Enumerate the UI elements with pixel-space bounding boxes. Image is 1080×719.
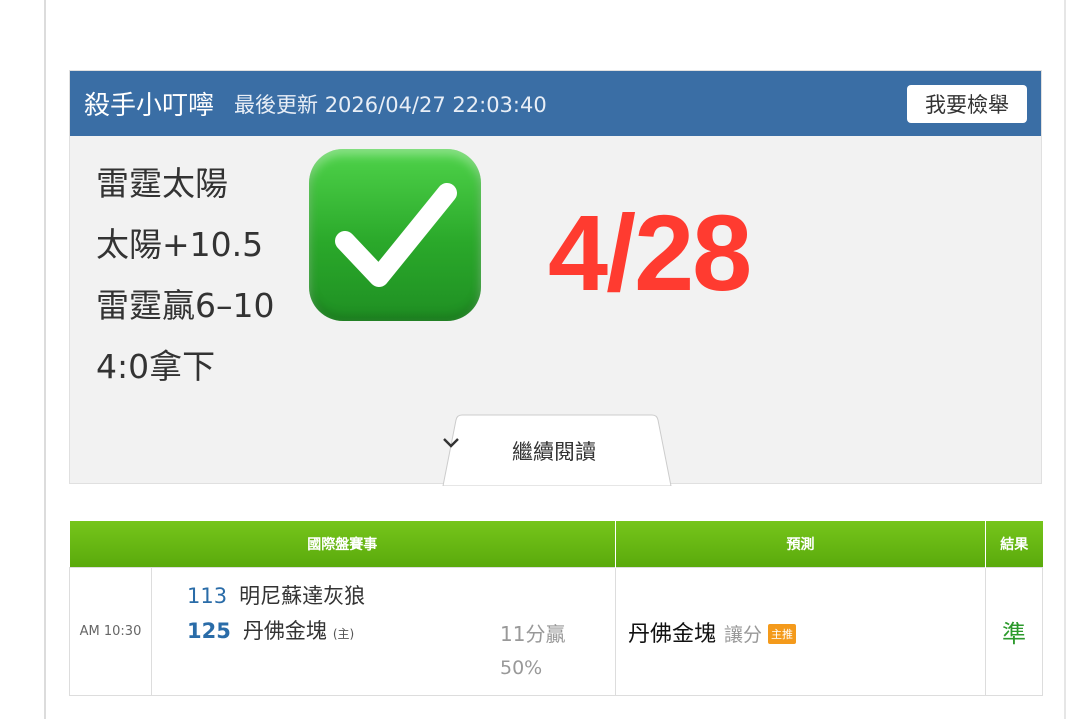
games-table: 國際盤賽事 預測 結果 AM 10:30 113 明尼蘇達灰狼 125 丹佛金塊 (主… bbox=[69, 521, 1043, 696]
post-date-text: 4/28 bbox=[548, 192, 752, 313]
margin-text: 11分贏 bbox=[500, 622, 566, 646]
home-team-name[interactable]: 丹佛金塊 bbox=[243, 619, 327, 643]
content-line: 4:0拿下 bbox=[96, 347, 216, 386]
home-team-line: 125 丹佛金塊 (主) bbox=[187, 615, 354, 645]
page-border-left bbox=[44, 0, 46, 719]
header-event: 國際盤賽事 bbox=[69, 521, 616, 568]
home-team-number: 125 bbox=[187, 619, 231, 643]
white-heavy-check-mark-icon bbox=[309, 149, 481, 321]
pick-type: 讓分 bbox=[724, 623, 763, 646]
header-result: 結果 bbox=[985, 521, 1043, 568]
matchup-cell: 113 明尼蘇達灰狼 125 丹佛金塊 (主) 11分贏 50% bbox=[151, 567, 616, 696]
content-line: 雷霆贏6–10 bbox=[96, 286, 275, 325]
result-cell: 準 bbox=[985, 567, 1043, 696]
prediction-post-card: 殺手小叮嚀 最後更新 2026/04/27 22:03:40 我要檢舉 雷霆太陽… bbox=[69, 70, 1042, 486]
page-border-right bbox=[1064, 0, 1066, 719]
table-header-row: 國際盤賽事 預測 結果 bbox=[69, 521, 1043, 568]
content-line: 雷霆太陽 bbox=[96, 164, 228, 203]
header-prediction: 預測 bbox=[615, 521, 986, 568]
away-team-name[interactable]: 明尼蘇達灰狼 bbox=[239, 584, 365, 608]
game-time: AM 10:30 bbox=[69, 567, 152, 696]
away-team-number: 113 bbox=[187, 584, 228, 608]
away-team-line: 113 明尼蘇達灰狼 bbox=[187, 580, 365, 610]
read-more-tab[interactable]: 繼續閱讀 bbox=[442, 414, 672, 486]
read-more-button[interactable]: 繼續閱讀 bbox=[442, 436, 672, 466]
prediction-cell: 丹佛金塊 讓分 主推 bbox=[615, 567, 986, 696]
pick-team: 丹佛金塊 bbox=[628, 621, 717, 647]
table-row: AM 10:30 113 明尼蘇達灰狼 125 丹佛金塊 (主) 11分贏 50% 丹… bbox=[69, 567, 1043, 696]
main-pick-badge: 主推 bbox=[768, 623, 797, 644]
author-name[interactable]: 殺手小叮嚀 bbox=[84, 85, 214, 122]
last-updated-text: 最後更新 2026/04/27 22:03:40 bbox=[234, 92, 547, 117]
home-marker: (主) bbox=[332, 627, 355, 641]
percent-text: 50% bbox=[500, 657, 543, 679]
post-header: 殺手小叮嚀 最後更新 2026/04/27 22:03:40 我要檢舉 bbox=[70, 71, 1041, 136]
content-line: 太陽+10.5 bbox=[96, 225, 264, 264]
report-button[interactable]: 我要檢舉 bbox=[907, 85, 1027, 123]
read-more-label: 繼續閱讀 bbox=[512, 440, 596, 464]
post-content: 雷霆太陽 太陽+10.5 雷霆贏6–10 4:0拿下 bbox=[96, 153, 275, 397]
